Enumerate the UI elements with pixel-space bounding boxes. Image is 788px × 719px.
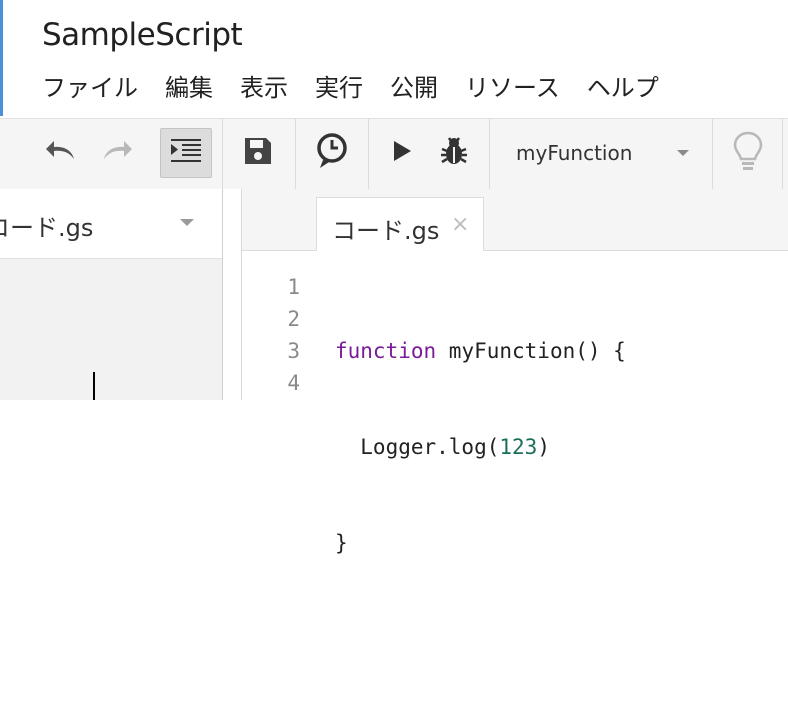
save-button[interactable]	[238, 133, 278, 173]
bug-icon	[438, 135, 470, 171]
debug-button[interactable]	[434, 133, 474, 173]
triggers-button[interactable]	[312, 133, 352, 173]
code-token: )	[537, 435, 550, 459]
panel-resize-handle[interactable]	[223, 189, 241, 400]
toolbar-divider	[222, 119, 223, 189]
menu-publish[interactable]: 公開	[380, 68, 448, 108]
clock-icon	[315, 133, 349, 173]
tab-code-gs[interactable]: コード.gs ×	[316, 197, 484, 252]
code-token: Logger.log(	[335, 435, 500, 459]
menu-run[interactable]: 実行	[305, 68, 373, 108]
close-icon[interactable]: ×	[451, 214, 469, 236]
lightbulb-icon	[733, 131, 763, 175]
toolbar-divider	[368, 119, 369, 189]
function-select-label: myFunction	[516, 141, 633, 165]
text-cursor	[93, 372, 95, 400]
menu-edit[interactable]: 編集	[155, 68, 223, 108]
auto-indent-toggle[interactable]	[160, 128, 212, 178]
run-button[interactable]	[382, 133, 422, 173]
code-editor[interactable]: 1 2 3 4 function myFunction() { Logger.l…	[242, 251, 788, 555]
chevron-down-icon[interactable]	[180, 219, 194, 226]
save-icon	[243, 136, 273, 170]
function-select[interactable]: myFunction	[490, 119, 712, 189]
redo-icon	[99, 139, 133, 167]
toolbar: myFunction	[0, 118, 788, 190]
code-number: 123	[499, 435, 538, 459]
file-list-item[interactable]: コード.gs	[0, 189, 222, 259]
header-accent-bar	[0, 0, 3, 116]
code-line: function myFunction() {	[335, 335, 626, 367]
play-icon	[391, 139, 413, 167]
tab-label: コード.gs	[332, 217, 440, 245]
file-name: コード.gs	[0, 214, 94, 242]
menu-view[interactable]: 表示	[230, 68, 298, 108]
toolbar-divider	[782, 119, 783, 189]
code-keyword: function	[335, 339, 437, 363]
code-line: Logger.log(123)	[335, 431, 626, 463]
chevron-down-icon	[677, 150, 689, 156]
menu-help[interactable]: ヘルプ	[577, 68, 669, 108]
undo-icon	[45, 139, 79, 167]
editor-tab-strip: コード.gs ×	[242, 189, 788, 252]
toolbar-divider	[295, 119, 296, 189]
project-title[interactable]: SampleScript	[42, 14, 243, 56]
file-list-panel: コード.gs	[0, 189, 222, 400]
code-token: myFunction() {	[436, 339, 626, 363]
code-line: }	[335, 531, 348, 555]
indent-icon	[170, 138, 202, 168]
line-number: 1	[287, 275, 300, 299]
line-number: 4	[287, 371, 300, 395]
code-text[interactable]: function myFunction() { Logger.log(123) …	[335, 271, 626, 719]
line-number: 3	[287, 339, 300, 363]
app-header: SampleScript ファイル 編集 表示 実行 公開 リソース ヘルプ	[0, 0, 788, 118]
menu-resources[interactable]: リソース	[455, 68, 570, 108]
line-number: 2	[287, 307, 300, 331]
line-number-gutter: 1 2 3 4	[242, 271, 300, 399]
redo-button[interactable]	[96, 133, 136, 173]
menu-bar: ファイル 編集 表示 実行 公開 リソース ヘルプ	[32, 68, 676, 108]
undo-button[interactable]	[42, 133, 82, 173]
execution-hints-button[interactable]	[728, 131, 768, 175]
menu-file[interactable]: ファイル	[32, 68, 148, 108]
toolbar-divider	[712, 119, 713, 189]
